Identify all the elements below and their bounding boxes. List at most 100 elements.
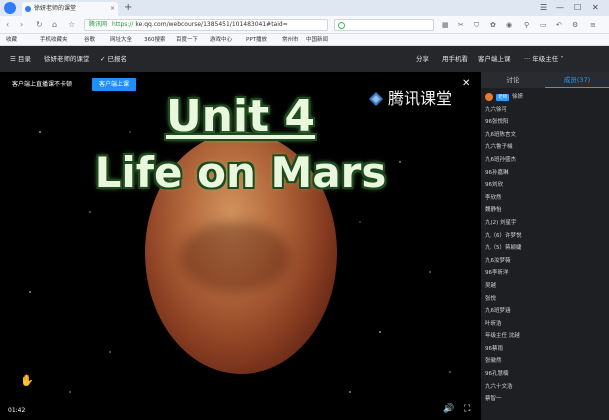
teacher-row[interactable]: 老师 徐妍 (481, 91, 609, 104)
tab-close-icon[interactable]: × (110, 2, 115, 16)
bookmark-item[interactable]: 谷歌 (84, 34, 95, 46)
list-item[interactable]: 李欣然 (481, 192, 609, 205)
sidebar-tabs: 讨论 成员(37) (481, 72, 609, 88)
tab-favicon-icon (25, 6, 31, 12)
share-button[interactable]: 分享 (416, 46, 429, 72)
tab-members[interactable]: 成员(37) (545, 72, 609, 88)
bookmark-item[interactable]: 360搜索 (144, 34, 166, 46)
maximize-icon[interactable]: ☐ (574, 2, 581, 14)
search-engine-icon (338, 22, 345, 29)
list-item[interactable]: 96孔慧楠 (481, 368, 609, 381)
list-item[interactable]: 张徽然 (481, 355, 609, 368)
search-icon[interactable]: ⚲ (524, 19, 529, 31)
search-box[interactable] (334, 19, 434, 31)
settings-icon[interactable]: ⚙ (572, 19, 578, 31)
catalog-button[interactable]: ☰ 目录 (10, 46, 31, 72)
list-item[interactable]: 魏静怡 (481, 204, 609, 217)
url-path: ke.qq.com/webcourse/1385451/101483041#ta… (135, 21, 288, 28)
client-class-notice-button[interactable]: 客户端上课 (92, 78, 136, 91)
list-item[interactable]: 96蔡雨 (481, 343, 609, 356)
member-sidebar: 讨论 成员(37) 老师 徐妍 九六徐可 96张悦阳 九6班陈言文 九六鲁子械 … (481, 72, 609, 420)
avatar (485, 93, 493, 102)
client-class-button[interactable]: 客户端上课 (478, 46, 511, 72)
close-notice-icon[interactable]: ✕ (462, 78, 470, 90)
extension-icon[interactable]: ✿ (490, 19, 496, 31)
member-list: 老师 徐妍 九六徐可 96张悦阳 九6班陈言文 九六鲁子械 九6班孙盛杰 96孙… (481, 91, 609, 406)
list-item[interactable]: 九6班陈言文 (481, 129, 609, 142)
bookmark-item[interactable]: 常州市 (282, 34, 299, 46)
mobile-view-button[interactable]: 用手机看 (442, 46, 468, 72)
hand-cursor-icon: ✋ (20, 374, 34, 387)
menu-icon[interactable]: ☰ (540, 2, 547, 14)
url-bar[interactable]: 腾讯网 https:// ke.qq.com/webcourse/1385451… (84, 19, 328, 31)
address-toolbar: ‹ › ↻ ⌂ ☆ 腾讯网 https:// ke.qq.com/webcour… (0, 16, 609, 34)
list-item[interactable]: 年级主任 沈越 (481, 330, 609, 343)
tencent-logo-icon (369, 92, 383, 106)
watermark-text: 腾讯课堂 (388, 89, 453, 108)
collection-icon[interactable]: ▭ (540, 19, 547, 31)
moon-shadow (180, 222, 290, 292)
minimize-icon[interactable]: — (556, 2, 564, 14)
list-item[interactable]: 96张悦阳 (481, 116, 609, 129)
list-item[interactable]: 九六鲁子械 (481, 141, 609, 154)
list-item[interactable]: 九六徐可 (481, 104, 609, 117)
bookmark-item[interactable]: 网址大全 (110, 34, 132, 46)
list-item[interactable]: 九6汝梦薇 (481, 255, 609, 268)
tencent-classroom-watermark: 腾讯课堂 (368, 88, 452, 110)
shield-icon[interactable]: ⛉ (474, 19, 479, 31)
tab-discussion[interactable]: 讨论 (481, 72, 545, 88)
list-item[interactable]: 叶昕浩 (481, 318, 609, 331)
course-header: ☰ 目录 徐妍老师的课堂 ✓ 已报名 分享 用手机看 客户端上课 ··· 年级主… (0, 46, 609, 72)
list-item[interactable]: 九（6）许梦悦 (481, 230, 609, 243)
enrolled-status: ✓ 已报名 (100, 46, 127, 72)
list-item[interactable]: 96李昕洋 (481, 267, 609, 280)
bookmark-item[interactable]: 手机收藏夹 (40, 34, 68, 46)
scissors-icon[interactable]: ✂ (458, 19, 464, 31)
browser-window: 徐妍老师的课堂 × + ☰ — ☐ ✕ ‹ › ↻ ⌂ ☆ 腾讯网 https:… (0, 0, 609, 420)
new-tab-button[interactable]: + (124, 1, 132, 15)
url-scheme: https:// (111, 21, 134, 28)
bookmark-item[interactable]: 收藏 (6, 34, 17, 46)
url-site-label: 腾讯网 (89, 21, 108, 28)
list-item[interactable]: 吴越 (481, 280, 609, 293)
enrolled-label: 已报名 (107, 55, 128, 63)
list-item[interactable]: 九6班孙盛杰 (481, 154, 609, 167)
list-item[interactable]: 九6班梦涵 (481, 305, 609, 318)
star-icon[interactable]: ☆ (68, 18, 75, 32)
browser-logo-icon[interactable] (4, 2, 16, 14)
catalog-label: 目录 (17, 55, 31, 63)
video-player[interactable]: Unit 4 Life on Mars 客户端上直播课不卡顿 客户端上课 腾讯课… (0, 72, 481, 420)
client-notice-text: 客户端上直播课不卡顿 (12, 81, 73, 88)
user-menu[interactable]: ··· 年级主任 ˅ (524, 46, 564, 72)
list-item[interactable]: 96刘欣 (481, 179, 609, 192)
bookmark-item[interactable]: 游戏中心 (210, 34, 232, 46)
gamepad-icon[interactable]: ◉ (506, 19, 512, 31)
apps-icon[interactable]: ▦ (442, 19, 449, 31)
bookmark-item[interactable]: PPT播放 (246, 34, 267, 46)
check-icon: ✓ (100, 55, 108, 63)
volume-icon[interactable]: 🔊 (443, 404, 454, 414)
bookmarks-bar: 收藏 手机收藏夹 谷歌 网址大全 360搜索 百度一下 游戏中心 PPT播放 常… (0, 34, 609, 46)
close-window-icon[interactable]: ✕ (592, 2, 599, 14)
bookmark-item[interactable]: 中国新闻 (306, 34, 328, 46)
forward-icon[interactable]: › (20, 18, 23, 32)
list-item[interactable]: 蔡智一 (481, 393, 609, 406)
list-item[interactable]: 九(2) 刘星宇 (481, 217, 609, 230)
course-title[interactable]: 徐妍老师的课堂 (44, 46, 90, 72)
undo-icon[interactable]: ↶ (556, 19, 562, 31)
list-item[interactable]: 九（5）蒋颖婕 (481, 242, 609, 255)
tab-bar: 徐妍老师的课堂 × + ☰ — ☐ ✕ (0, 0, 609, 16)
list-item[interactable]: 张悦 (481, 293, 609, 306)
current-time: 01:42 (8, 407, 26, 414)
bookmark-item[interactable]: 百度一下 (176, 34, 198, 46)
teacher-name: 徐妍 (512, 94, 524, 100)
more-icon[interactable]: ≡ (590, 19, 596, 31)
list-item[interactable]: 96孙嘉琳 (481, 167, 609, 180)
browser-tab[interactable]: 徐妍老师的课堂 × (22, 2, 118, 16)
home-icon[interactable]: ⌂ (52, 18, 57, 32)
list-item[interactable]: 九六十文浩 (481, 381, 609, 394)
refresh-icon[interactable]: ↻ (36, 18, 43, 32)
back-icon[interactable]: ‹ (6, 18, 9, 32)
teacher-badge: 老师 (496, 93, 509, 101)
fullscreen-icon[interactable]: ⛶ (464, 404, 470, 414)
